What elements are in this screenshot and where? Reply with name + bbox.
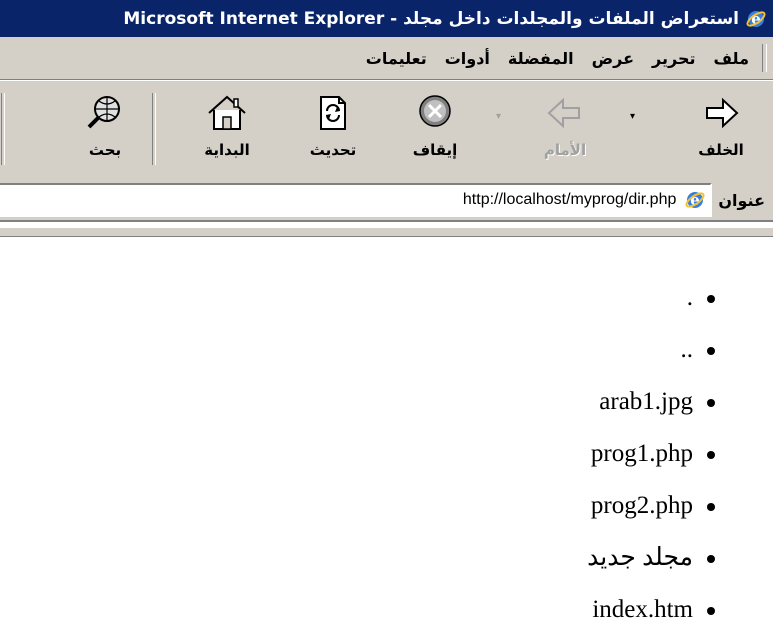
file-name: prog1.php <box>590 440 693 467</box>
menu-help[interactable]: تعليمات <box>357 49 436 68</box>
forward-arrow-icon <box>547 97 580 129</box>
bullet-icon <box>707 555 715 563</box>
address-bar: عنوان e http://localhost/myprog/dir.php <box>0 180 773 222</box>
home-icon <box>208 95 246 130</box>
bullet-icon <box>707 451 715 459</box>
bullet-icon <box>707 607 715 615</box>
menu-bar: ملف تحرير عرض المفضلة أدوات تعليمات <box>0 37 773 80</box>
list-item: . <box>0 280 773 332</box>
home-button[interactable]: البداية <box>187 89 267 171</box>
back-button[interactable]: الخلف <box>681 89 761 171</box>
refresh-label: تحديث <box>309 141 357 159</box>
menu-tools[interactable]: أدوات <box>436 49 499 68</box>
bullet-icon <box>707 347 715 355</box>
file-name: . <box>686 284 693 311</box>
forward-button[interactable]: الأمام <box>525 89 605 171</box>
page-ie-icon: e <box>685 191 705 209</box>
menu-view[interactable]: عرض <box>583 49 643 68</box>
forward-label: الأمام <box>543 141 587 159</box>
toolbar-separator <box>152 93 156 165</box>
file-name: arab1.jpg <box>599 388 693 415</box>
list-item: prog1.php <box>0 436 773 488</box>
search-globe-icon <box>87 96 120 129</box>
address-url: http://localhost/myprog/dir.php <box>462 191 677 208</box>
bullet-icon <box>707 503 715 511</box>
refresh-icon <box>320 96 346 130</box>
back-label: الخلف <box>698 141 744 159</box>
address-label: عنوان <box>718 190 765 210</box>
file-name: index.htm <box>592 596 693 623</box>
list-item: prog2.php <box>0 488 773 540</box>
forward-dropdown-icon[interactable]: ▾ <box>496 111 501 122</box>
list-item: arab1.jpg <box>0 384 773 436</box>
stop-label: إيقاف <box>412 141 458 159</box>
stop-icon <box>419 95 451 127</box>
home-label: البداية <box>204 141 250 159</box>
window-title: Microsoft Internet Explorer - استعراض ال… <box>123 8 739 29</box>
list-item: مجلد جديد <box>0 540 773 592</box>
bullet-icon <box>707 295 715 303</box>
back-arrow-icon <box>706 97 739 129</box>
search-button[interactable]: بحث <box>65 89 145 171</box>
file-name: .. <box>680 336 694 363</box>
menu-file[interactable]: ملف <box>705 49 759 68</box>
refresh-button[interactable]: تحديث <box>293 89 373 171</box>
menu-grip <box>762 44 767 72</box>
list-item: .. <box>0 332 773 384</box>
search-label: بحث <box>88 141 122 159</box>
file-list: . .. arab1.jpg prog1.php prog2.php مجلد … <box>0 280 773 644</box>
file-name: مجلد جديد <box>587 544 693 571</box>
menu-favorites[interactable]: المفضلة <box>499 49 583 68</box>
bullet-icon <box>707 399 715 407</box>
list-item: index.htm <box>0 592 773 644</box>
page-content: . .. arab1.jpg prog1.php prog2.php مجلد … <box>0 280 773 643</box>
address-input[interactable]: e http://localhost/myprog/dir.php <box>0 183 713 217</box>
menu-edit[interactable]: تحرير <box>643 49 704 68</box>
title-bar[interactable]: Microsoft Internet Explorer - استعراض ال… <box>0 0 773 37</box>
toolbar-edge <box>1 93 5 165</box>
back-dropdown-icon[interactable]: ▾ <box>630 111 635 122</box>
toolbar: الخلف ▾ الأمام ▾ إيقاف تحديث البداية بحث <box>0 80 773 181</box>
stop-button[interactable]: إيقاف <box>395 89 475 171</box>
ie-logo-icon: e <box>746 10 766 28</box>
file-name: prog2.php <box>590 492 693 519</box>
chrome-divider <box>0 228 773 237</box>
